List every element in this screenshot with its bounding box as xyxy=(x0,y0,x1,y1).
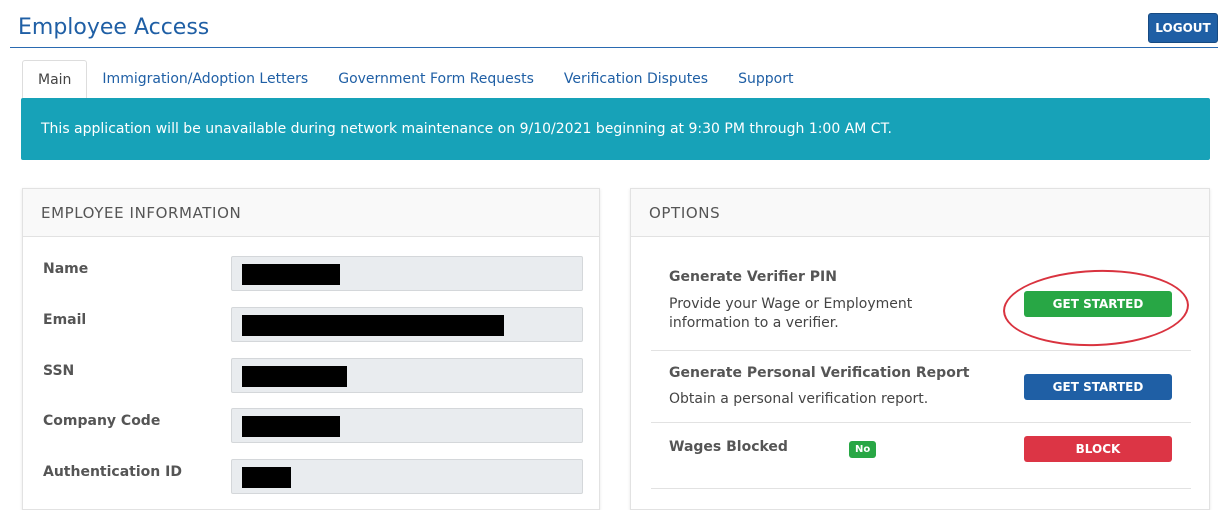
name-field xyxy=(231,256,583,291)
employee-information-panel: EMPLOYEE INFORMATION Name Email SSN Comp… xyxy=(22,188,600,510)
app-title: Employee Access xyxy=(18,15,210,40)
tab-verification-disputes[interactable]: Verification Disputes xyxy=(549,60,723,98)
tab-support[interactable]: Support xyxy=(723,60,808,98)
redaction-bar xyxy=(242,315,504,336)
redaction-bar xyxy=(242,264,340,285)
redaction-bar xyxy=(242,467,291,488)
tab-immigration-adoption-letters[interactable]: Immigration/Adoption Letters xyxy=(87,60,323,98)
alert-text: This application will be unavailable dur… xyxy=(41,121,892,137)
employee-panel-heading: EMPLOYEE INFORMATION xyxy=(23,189,599,237)
block-wages-button[interactable]: BLOCK xyxy=(1024,436,1172,462)
option-generate-personal-verification-report: Generate Personal Verification Report Ob… xyxy=(651,351,1191,423)
authentication-id-label: Authentication ID xyxy=(43,464,182,480)
name-label: Name xyxy=(43,261,89,277)
wages-blocked-status-badge: No xyxy=(849,441,877,458)
header-divider xyxy=(10,47,1218,48)
ssn-field xyxy=(231,358,583,393)
redaction-bar xyxy=(242,366,347,387)
redaction-bar xyxy=(242,416,340,437)
options-panel-heading: OPTIONS xyxy=(631,189,1209,237)
email-label: Email xyxy=(43,312,87,328)
tab-main[interactable]: Main xyxy=(22,60,88,98)
logout-button[interactable]: LOGOUT xyxy=(1148,13,1218,43)
option-title: Generate Personal Verification Report xyxy=(669,365,970,381)
company-code-label: Company Code xyxy=(43,413,161,429)
ssn-label: SSN xyxy=(43,363,75,379)
company-code-field xyxy=(231,408,583,443)
option-title: Wages Blocked xyxy=(669,439,788,455)
option-wages-blocked: Wages Blocked No BLOCK xyxy=(651,423,1191,489)
option-description: Obtain a personal verification report. xyxy=(669,391,929,407)
options-panel: OPTIONS Generate Verifier PIN Provide yo… xyxy=(630,188,1210,510)
authentication-id-field xyxy=(231,459,583,494)
option-description: Provide your Wage or Employment informat… xyxy=(669,296,913,331)
maintenance-alert: This application will be unavailable dur… xyxy=(21,98,1210,160)
tab-government-form-requests[interactable]: Government Form Requests xyxy=(323,60,549,98)
email-field xyxy=(231,307,583,342)
option-title: Generate Verifier PIN xyxy=(669,269,837,285)
tab-bar: Main Immigration/Adoption Letters Govern… xyxy=(22,60,808,98)
header-bar: Employee Access LOGOUT xyxy=(0,0,1230,48)
get-started-verification-report-button[interactable]: GET STARTED xyxy=(1024,374,1172,400)
